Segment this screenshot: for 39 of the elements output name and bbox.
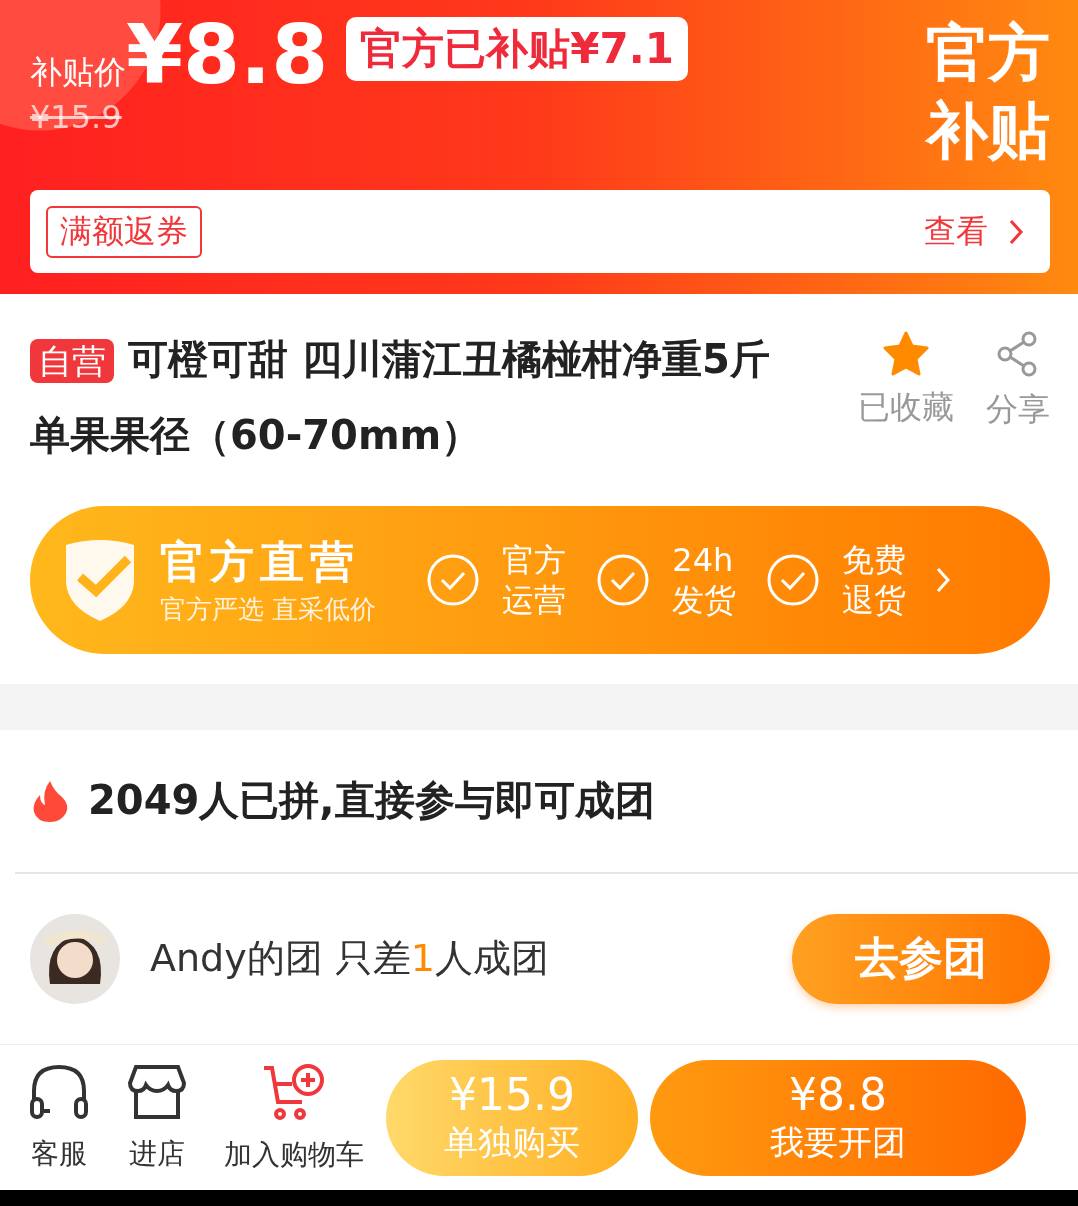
group-headline: 2049人已拼,直接参与即可成团 — [88, 776, 655, 826]
official-store-banner[interactable]: 官方直营 官方严选 直采低价 官方 运营 24h 发货 免费 退货 — [30, 506, 1050, 655]
chevron-icon — [936, 567, 951, 594]
start-group-button[interactable]: ¥8.8 我要开团 — [650, 1059, 1026, 1176]
product-title: 自营 可橙可甜 四川蒲江丑橘椪柑净重5斤单果果径（60-70mm） — [30, 335, 771, 461]
feature-text: 免费 — [842, 540, 907, 581]
price-label: 补贴价 — [30, 52, 126, 93]
action-label[interactable]: 已收藏 — [858, 386, 954, 431]
cart-add-icon[interactable] — [262, 1061, 326, 1122]
chevron-icon — [1008, 217, 1024, 246]
headset-icon[interactable] — [28, 1062, 90, 1121]
feature-text: 运营 — [502, 580, 567, 621]
buy-alone-button[interactable]: ¥15.9 单独购买 — [386, 1059, 638, 1176]
coupon-bar[interactable]: 满额返券 查看 — [30, 190, 1050, 273]
check-circle-icon — [766, 553, 821, 608]
star-icon[interactable] — [882, 330, 930, 377]
self-operated-badge: 自营 — [30, 339, 114, 384]
corner-title: 官方 — [926, 15, 1050, 91]
subsidy-price: ¥8.8 — [126, 14, 329, 96]
coupon-tag: 满额返券 — [46, 205, 202, 258]
view-link[interactable]: 查看 — [924, 209, 988, 254]
store-icon[interactable] — [126, 1062, 188, 1121]
bottom-bar-label[interactable]: 进店 — [129, 1134, 185, 1173]
feature-text: 退货 — [842, 580, 907, 621]
join-group-button[interactable]: 去参团 — [792, 913, 1050, 1004]
banner-title: 官方直营 — [160, 535, 361, 590]
feature-text: 发货 — [672, 580, 737, 621]
banner-subtitle: 官方严选 直采低价 — [160, 593, 377, 627]
bottom-bar-label[interactable]: 客服 — [31, 1134, 87, 1173]
check-circle-icon — [596, 553, 651, 608]
corner-title: 补贴 — [926, 93, 1050, 169]
team-status: Andy的团 只差1人成团 — [150, 935, 549, 983]
check-circle-icon — [426, 553, 481, 608]
original-price: ¥15.9 — [30, 98, 123, 136]
feature-text: 24h — [672, 540, 735, 581]
bottom-bar-label[interactable]: 加入购物车 — [224, 1135, 364, 1174]
feature-text: 官方 — [502, 540, 567, 581]
subsidy-badge: 官方已补贴¥7.1 — [346, 17, 688, 81]
action-label[interactable]: 分享 — [986, 388, 1050, 433]
